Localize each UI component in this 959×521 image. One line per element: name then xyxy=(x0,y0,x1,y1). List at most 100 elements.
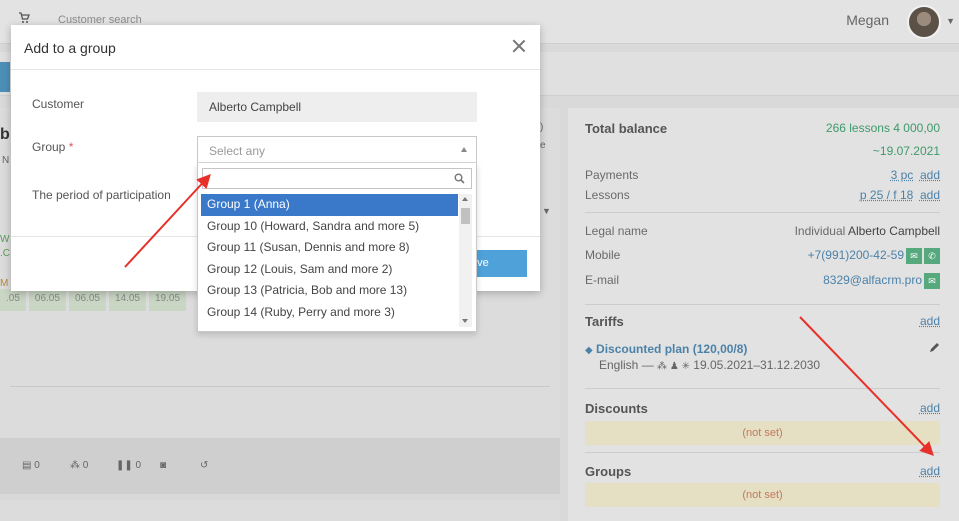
mobile-value[interactable]: +7(991)200-42-59 xyxy=(808,248,904,262)
bg-fragment: b xyxy=(0,126,10,143)
email-row: E-mail 8329@alfacrm.pro ✉ xyxy=(585,273,940,289)
lesson-date[interactable]: 14.05 xyxy=(108,289,146,311)
divider xyxy=(585,452,940,453)
total-balance-label: Total balance xyxy=(585,121,668,136)
email-value[interactable]: 8329@alfacrm.pro xyxy=(823,273,922,287)
tariff-name[interactable]: Discounted plan (120,00/8) xyxy=(596,342,747,356)
mobile-row: Mobile +7(991)200-42-59 ✉ ✆ xyxy=(585,248,940,264)
period-label: The period of participation xyxy=(32,188,171,202)
group-option[interactable]: Group 1 (Anna) xyxy=(201,194,458,216)
total-balance-date-row: ~19.07.2021 xyxy=(585,144,940,158)
people-icon[interactable]: ⁂ 0 xyxy=(70,460,88,471)
payments-label: Payments xyxy=(585,168,639,182)
legal-name-label: Legal name xyxy=(585,224,648,238)
mobile-label: Mobile xyxy=(585,248,621,262)
dropdown-scrollbar[interactable] xyxy=(459,194,472,327)
customer-info-panel: Total balance 266 lessons 4 000,00 ~19.0… xyxy=(568,108,959,521)
groups-header: Groups add xyxy=(585,464,940,479)
legal-name-row: Legal name Individual Alberto Campbell xyxy=(585,224,940,238)
tariff-subject: English — xyxy=(599,358,654,372)
add-tariff-link[interactable]: add xyxy=(920,314,940,328)
divider xyxy=(585,212,940,213)
legal-name-value: Alberto Campbell xyxy=(847,224,940,238)
bg-fragment: .C xyxy=(0,248,10,259)
tariff-dates: 19.05.2021–31.12.2030 xyxy=(693,358,821,372)
bg-fragment: M xyxy=(0,278,9,289)
dropdown-search-input[interactable] xyxy=(203,169,448,188)
discounts-header: Discounts add xyxy=(585,401,940,416)
chevron-up-icon xyxy=(461,147,467,152)
group-select-placeholder: Select any xyxy=(209,144,266,158)
total-balance-value: 266 lessons 4 000,00 xyxy=(825,121,940,135)
modal-header: Add to a group xyxy=(11,25,540,70)
customer-label: Customer xyxy=(32,97,85,111)
avatar[interactable] xyxy=(907,5,941,39)
required-mark: * xyxy=(68,140,74,154)
tariffs-header: Tariffs add xyxy=(585,314,940,329)
bg-fragment: W xyxy=(0,234,10,245)
group-option[interactable]: Group 11 (Susan, Dennis and more 8) xyxy=(201,237,458,259)
groups-empty: (not set) xyxy=(585,483,940,507)
sms-icon[interactable]: ✉ xyxy=(906,248,922,264)
legal-name-prefix: Individual xyxy=(794,224,846,238)
groups-title: Groups xyxy=(585,464,632,479)
add-lesson-link[interactable]: add xyxy=(920,188,940,202)
tool-count: 0 xyxy=(34,460,40,471)
mail-icon[interactable]: ✉ xyxy=(924,273,940,289)
group-select[interactable]: Select any xyxy=(197,136,477,163)
scroll-down-icon[interactable] xyxy=(462,319,468,323)
divider xyxy=(10,386,550,387)
lessons-row: Lessons p 25 / f 18 add xyxy=(585,188,940,202)
bg-fragment: ) xyxy=(540,122,544,133)
total-balance-row: Total balance 266 lessons 4 000,00 xyxy=(585,121,940,136)
lesson-toolbar: ▤ 0 ⁂ 0 ❚❚ 0 ◙ ↺ xyxy=(0,438,560,494)
payments-link[interactable]: 3 pc xyxy=(891,168,914,182)
pencil-icon[interactable] xyxy=(928,342,940,354)
bg-fragment: N xyxy=(2,155,10,166)
dropdown-search xyxy=(202,168,472,189)
pause-icon[interactable]: ❚❚ 0 xyxy=(116,460,141,471)
customer-field: Alberto Campbell xyxy=(197,92,477,122)
group-option[interactable]: Group 10 (Howard, Sandra and more 5) xyxy=(201,216,458,238)
dropdown-options: Group 1 (Anna) Group 10 (Howard, Sandra … xyxy=(201,194,458,324)
tariff-item: ◆ Discounted plan (120,00/8) xyxy=(585,342,940,356)
tool-count: 0 xyxy=(82,460,89,471)
lesson-date[interactable]: 06.05 xyxy=(28,289,66,311)
lesson-date[interactable]: 19.05 xyxy=(149,289,187,311)
lessons-label: Lessons xyxy=(585,188,630,202)
active-tab-marker xyxy=(0,62,10,92)
add-payment-link[interactable]: add xyxy=(920,168,940,182)
add-discount-link[interactable]: add xyxy=(920,401,940,415)
user-name[interactable]: Megan xyxy=(846,12,889,28)
lesson-date[interactable]: .05 xyxy=(0,289,26,311)
tag-icon: ◆ xyxy=(585,345,593,356)
lesson-date[interactable]: 06.05 xyxy=(68,289,106,311)
history-icon[interactable]: ↺ xyxy=(200,460,208,471)
list-icon[interactable]: ▤ 0 xyxy=(22,460,40,471)
group-dropdown: Group 1 (Anna) Group 10 (Howard, Sandra … xyxy=(197,163,477,332)
lessons-link[interactable]: p 25 / f 18 xyxy=(860,188,913,202)
chevron-down-icon[interactable]: ▼ xyxy=(946,16,955,26)
phone-icon[interactable]: ✆ xyxy=(924,248,940,264)
divider xyxy=(585,304,940,305)
discounts-title: Discounts xyxy=(585,401,648,416)
camera-icon[interactable]: ◙ xyxy=(160,460,166,471)
group-label: Group * xyxy=(32,140,73,154)
bg-fragment: e xyxy=(540,140,546,151)
group-option[interactable]: Group 13 (Patricia, Bob and more 13) xyxy=(201,280,458,302)
group-label-text: Group xyxy=(32,140,66,154)
tool-count: 0 xyxy=(135,460,142,471)
group-option[interactable]: Group 14 (Ruby, Perry and more 3) xyxy=(201,302,458,324)
lesson-dates-strip: .05 06.05 06.05 14.05 19.05 xyxy=(0,289,187,311)
add-group-link[interactable]: add xyxy=(920,464,940,478)
bottom-area xyxy=(0,500,560,521)
total-balance-date: ~19.07.2021 xyxy=(872,144,940,158)
scroll-up-icon[interactable] xyxy=(462,197,468,201)
divider xyxy=(585,388,940,389)
modal-title: Add to a group xyxy=(24,40,116,56)
close-icon[interactable] xyxy=(512,39,526,53)
chevron-down-icon[interactable]: ▼ xyxy=(542,206,551,216)
group-option[interactable]: Group 12 (Louis, Sam and more 2) xyxy=(201,259,458,281)
discounts-empty: (not set) xyxy=(585,421,940,445)
scroll-thumb[interactable] xyxy=(461,208,470,224)
